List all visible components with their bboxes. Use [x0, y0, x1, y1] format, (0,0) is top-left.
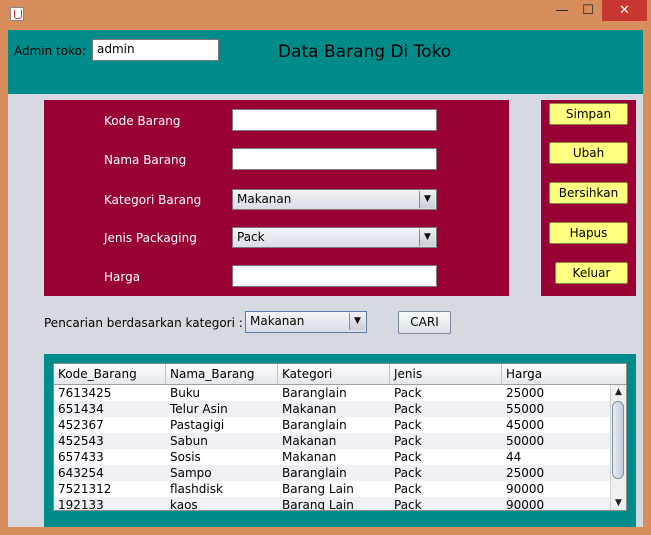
cell-jenis: Pack [394, 418, 422, 432]
keluar-button[interactable]: Keluar [555, 262, 628, 284]
table-row[interactable]: 7613425 Buku Baranglain Pack 25000 [54, 385, 610, 401]
nama-barang-label: Nama Barang [104, 153, 187, 167]
cell-kategori: Makanan [282, 434, 337, 448]
column-header-kategori[interactable]: Kategori [278, 364, 390, 384]
dropdown-arrow-icon[interactable]: ▼ [349, 313, 365, 330]
scrollbar-thumb[interactable] [612, 401, 624, 479]
admin-label: Admin toko: [14, 44, 87, 58]
kategori-barang-select[interactable]: Makanan ▼ [232, 189, 437, 210]
vertical-scrollbar[interactable]: ▲ ▼ [610, 385, 626, 510]
cell-harga: 44 [506, 450, 522, 464]
maximize-button[interactable]: ☐ [575, 0, 601, 21]
cell-kategori: Makanan [282, 402, 337, 416]
cell-jenis: Pack [394, 498, 422, 511]
cell-kategori: Barang Lain [282, 498, 354, 511]
table-row[interactable]: 7521312 flashdisk Barang Lain Pack 90000 [54, 481, 610, 497]
cell-kode: 7521312 [58, 482, 112, 496]
jenis-packaging-label: Jenis Packaging [104, 231, 197, 245]
cell-kategori: Makanan [282, 450, 337, 464]
scrollbar-corner [610, 364, 626, 384]
cell-kode: 452543 [58, 434, 104, 448]
cell-kode: 192133 [58, 498, 104, 511]
dropdown-arrow-icon[interactable]: ▼ [419, 229, 435, 246]
cell-jenis: Pack [394, 386, 422, 400]
search-label: Pencarian berdasarkan kategori : [44, 316, 243, 330]
cell-nama: Sampo [170, 466, 212, 480]
cell-jenis: Pack [394, 466, 422, 480]
cell-harga: 50000 [506, 434, 545, 448]
column-header-nama[interactable]: Nama_Barang [166, 364, 278, 384]
cell-nama: flashdisk [170, 482, 223, 496]
cell-kategori: Baranglain [282, 418, 347, 432]
kategori-barang-label: Kategori Barang [104, 193, 202, 207]
jenis-packaging-value: Pack [237, 230, 265, 244]
cari-button[interactable]: CARI [398, 311, 451, 334]
table-row[interactable]: 657433 Sosis Makanan Pack 44 [54, 449, 610, 465]
cell-harga: 90000 [506, 482, 545, 496]
cell-jenis: Pack [394, 450, 422, 464]
table-body: 7613425 Buku Baranglain Pack 25000 651434 Telu… [54, 385, 610, 511]
column-header-harga[interactable]: Harga [502, 364, 614, 384]
app-window: — ☐ ✕ Admin toko: admin Data Barang Di T… [0, 0, 651, 535]
scroll-down-icon[interactable]: ▼ [611, 496, 626, 510]
cell-kategori: Barang Lain [282, 482, 354, 496]
scroll-up-icon[interactable]: ▲ [611, 385, 626, 399]
table-row[interactable]: 651434 Telur Asin Makanan Pack 55000 [54, 401, 610, 417]
cell-harga: 90000 [506, 498, 545, 511]
cell-kategori: Baranglain [282, 386, 347, 400]
page-title: Data Barang Di Toko [278, 42, 452, 62]
close-button[interactable]: ✕ [602, 0, 647, 21]
cell-nama: Sosis [170, 450, 201, 464]
cell-harga: 25000 [506, 386, 545, 400]
cell-nama: Pastagigi [170, 418, 225, 432]
action-button-panel: Simpan Ubah Bersihkan Hapus Keluar [541, 100, 636, 296]
column-header-jenis[interactable]: Jenis [390, 364, 502, 384]
minimize-button[interactable]: — [549, 0, 575, 21]
cell-nama: Sabun [170, 434, 208, 448]
kode-barang-input[interactable] [232, 109, 437, 131]
bersihkan-button[interactable]: Bersihkan [549, 182, 628, 204]
form-panel: Kode Barang Nama Barang Kategori Barang … [44, 100, 509, 296]
cell-kode: 452367 [58, 418, 104, 432]
nama-barang-input[interactable] [232, 148, 437, 170]
kategori-barang-value: Makanan [237, 192, 292, 206]
java-app-icon [10, 7, 24, 21]
table-row[interactable]: 643254 Sampo Baranglain Pack 25000 [54, 465, 610, 481]
search-category-select[interactable]: Makanan ▼ [245, 311, 367, 333]
title-bar: — ☐ ✕ [0, 0, 651, 30]
client-area: Admin toko: admin Data Barang Di Toko Ko… [8, 30, 643, 527]
cell-kode: 7613425 [58, 386, 112, 400]
jenis-packaging-select[interactable]: Pack ▼ [232, 227, 437, 248]
cell-jenis: Pack [394, 434, 422, 448]
admin-field[interactable]: admin [92, 39, 219, 61]
ubah-button[interactable]: Ubah [549, 142, 628, 164]
table-panel: Kode_Barang Nama_Barang Kategori Jenis H… [44, 354, 636, 527]
cell-nama: kaos [170, 498, 198, 511]
cell-kode: 657433 [58, 450, 104, 464]
cell-kode: 643254 [58, 466, 104, 480]
cell-nama: Telur Asin [170, 402, 228, 416]
table-header: Kode_Barang Nama_Barang Kategori Jenis H… [54, 364, 626, 385]
dropdown-arrow-icon[interactable]: ▼ [419, 191, 435, 208]
table-row[interactable]: 192133 kaos Barang Lain Pack 90000 [54, 497, 610, 511]
harga-input[interactable] [232, 265, 437, 287]
data-table[interactable]: Kode_Barang Nama_Barang Kategori Jenis H… [53, 363, 627, 511]
cell-jenis: Pack [394, 402, 422, 416]
cell-harga: 45000 [506, 418, 545, 432]
cell-nama: Buku [170, 386, 201, 400]
harga-label: Harga [104, 270, 141, 284]
search-category-value: Makanan [250, 314, 305, 328]
kode-barang-label: Kode Barang [104, 114, 181, 128]
simpan-button[interactable]: Simpan [549, 103, 628, 125]
cell-kategori: Baranglain [282, 466, 347, 480]
cell-harga: 55000 [506, 402, 545, 416]
column-header-kode[interactable]: Kode_Barang [54, 364, 166, 384]
cell-jenis: Pack [394, 482, 422, 496]
table-row[interactable]: 452543 Sabun Makanan Pack 50000 [54, 433, 610, 449]
cell-kode: 651434 [58, 402, 104, 416]
cell-harga: 25000 [506, 466, 545, 480]
header-bar: Admin toko: admin Data Barang Di Toko [8, 30, 643, 94]
table-row[interactable]: 452367 Pastagigi Baranglain Pack 45000 [54, 417, 610, 433]
hapus-button[interactable]: Hapus [549, 222, 628, 244]
